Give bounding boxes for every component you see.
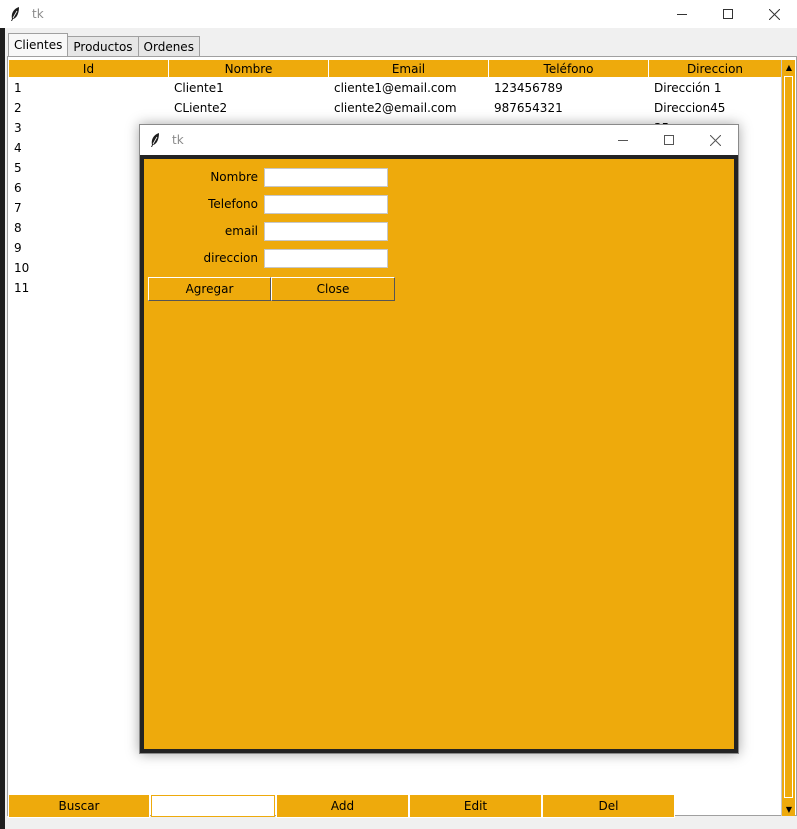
telefono-field[interactable] — [264, 194, 388, 214]
feather-icon — [140, 126, 170, 154]
form-row-nombre: Nombre — [144, 167, 388, 187]
dialog-title: tk — [172, 133, 184, 147]
direccion-label: direccion — [203, 251, 258, 265]
direccion-field[interactable] — [264, 248, 388, 268]
table-cell: Direccion45 — [654, 101, 726, 115]
delete-button[interactable]: Del — [542, 794, 675, 818]
column-header-direccion[interactable]: Direccion — [649, 60, 782, 78]
table-cell: 1 — [14, 81, 22, 95]
table-cell: Dirección 1 — [654, 81, 722, 95]
email-label: email — [224, 224, 258, 238]
column-header-email[interactable]: Email — [329, 60, 489, 78]
dialog-titlebar[interactable]: tk — [140, 125, 738, 155]
maximize-icon[interactable] — [705, 0, 751, 28]
window-title: tk — [32, 7, 44, 21]
column-header-nombre[interactable]: Nombre — [169, 60, 329, 78]
dialog-form: Nombre Telefono email direccion Agregar … — [140, 155, 738, 753]
table-cell: 987654321 — [494, 101, 563, 115]
table-cell: cliente2@email.com — [334, 101, 457, 115]
minimize-icon[interactable] — [600, 125, 646, 155]
form-row-telefono: Telefono — [144, 194, 388, 214]
search-input[interactable] — [151, 795, 275, 817]
nombre-label: Nombre — [210, 170, 258, 184]
scroll-down-icon[interactable]: ▼ — [782, 802, 796, 816]
column-header-telefono[interactable]: Teléfono — [489, 60, 649, 78]
table-row[interactable]: 1 Cliente1 cliente1@email.com 123456789 Dire… — [9, 78, 779, 98]
feather-icon — [0, 0, 30, 28]
add-client-dialog: tk Nombre Telefono email direccion Agreg… — [139, 124, 739, 754]
form-row-direccion: direccion — [144, 248, 388, 268]
nombre-field[interactable] — [264, 167, 388, 187]
minimize-icon[interactable] — [659, 0, 705, 28]
search-button[interactable]: Buscar — [8, 794, 150, 818]
tab-ordenes[interactable]: Ordenes — [137, 36, 200, 56]
scroll-up-icon[interactable]: ▲ — [782, 60, 796, 74]
close-button[interactable]: Close — [271, 277, 395, 301]
table-header: Id Nombre Email Teléfono Direccion — [9, 60, 782, 78]
table-cell: Cliente1 — [174, 81, 224, 95]
maximize-icon[interactable] — [646, 125, 692, 155]
email-field[interactable] — [264, 221, 388, 241]
table-cell: 2 — [14, 101, 22, 115]
table-cell: CLiente2 — [174, 101, 228, 115]
tab-clientes[interactable]: Clientes — [8, 33, 69, 56]
close-icon[interactable] — [751, 0, 797, 28]
bottom-toolbar: Buscar Add Edit Del — [8, 793, 675, 819]
column-header-id[interactable]: Id — [9, 60, 169, 78]
table-cell: cliente1@email.com — [334, 81, 457, 95]
edit-button[interactable]: Edit — [409, 794, 542, 818]
table-row[interactable]: 2 CLiente2 cliente2@email.com 987654321 Dire… — [9, 98, 779, 118]
tab-productos[interactable]: Productos — [67, 36, 139, 56]
main-titlebar[interactable]: tk — [0, 0, 797, 28]
table-scrollbar[interactable]: ▲ ▼ — [781, 60, 795, 816]
agregar-button[interactable]: Agregar — [148, 277, 271, 301]
table-cell: 123456789 — [494, 81, 563, 95]
window-controls — [659, 0, 797, 28]
dialog-window-controls — [600, 125, 738, 153]
notebook-tabs: Clientes Productos Ordenes — [8, 33, 200, 56]
scrollbar-thumb[interactable] — [784, 76, 793, 798]
close-icon[interactable] — [692, 125, 738, 155]
add-button[interactable]: Add — [276, 794, 409, 818]
telefono-label: Telefono — [208, 197, 258, 211]
form-row-email: email — [144, 221, 388, 241]
